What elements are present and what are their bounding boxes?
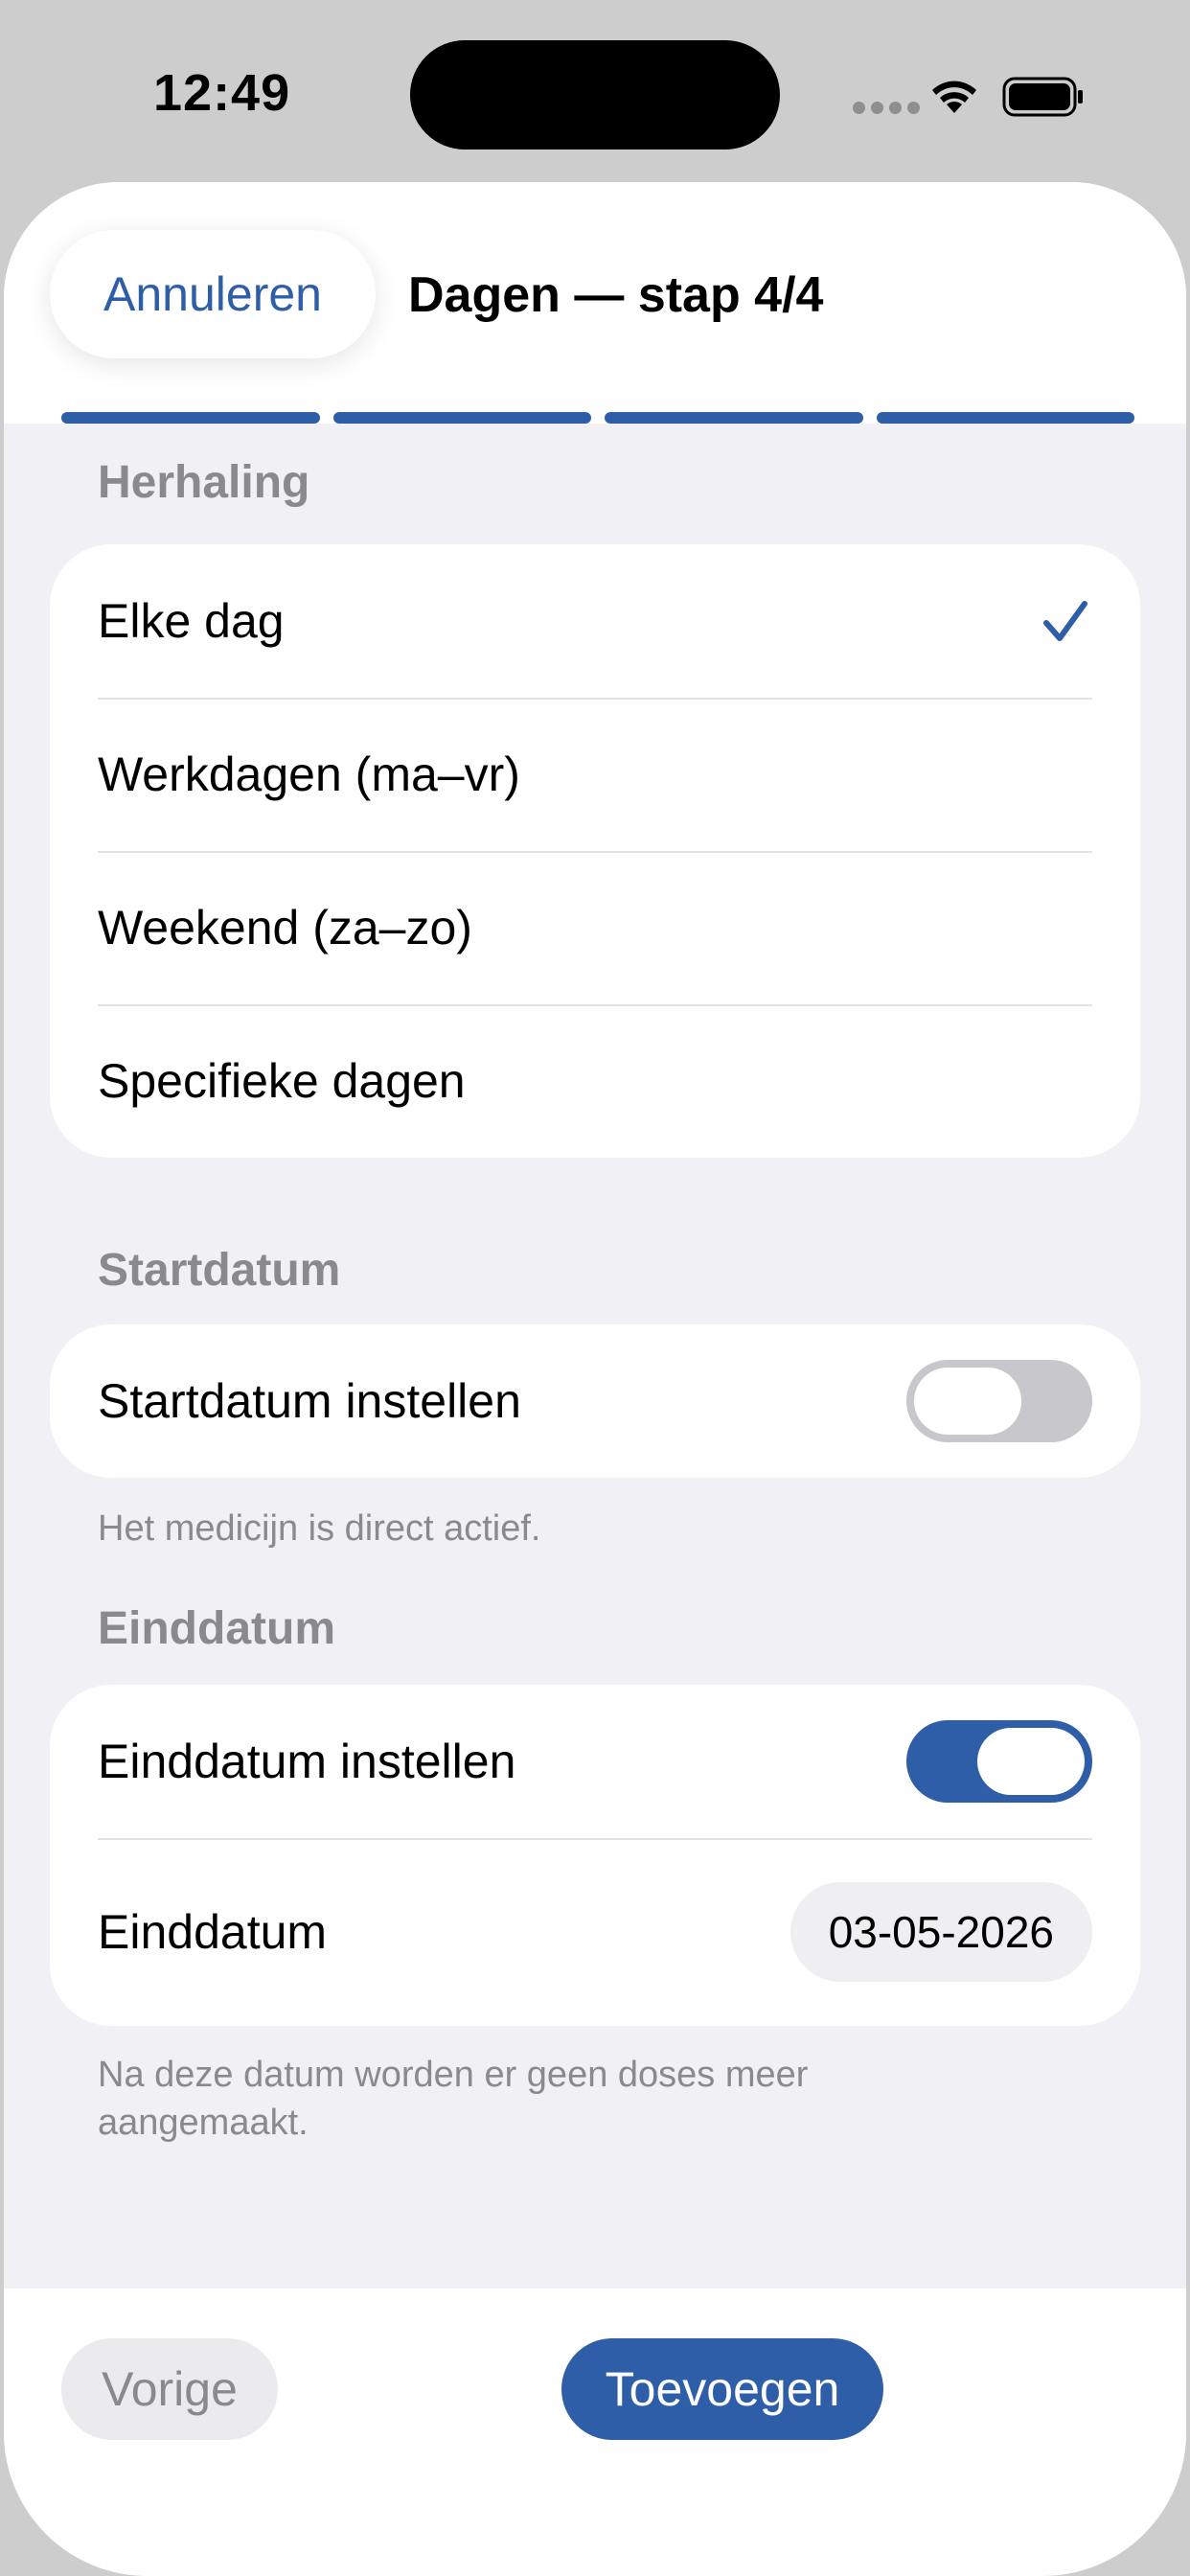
repeat-section-label: Herhaling — [98, 457, 310, 508]
end-date-picker-row: Einddatum 03-05-2026 — [50, 1838, 1140, 2026]
repeat-option-every-day[interactable]: Elke dag — [50, 544, 1140, 698]
sheet-title: Dagen — stap 4/4 — [408, 267, 824, 323]
end-date-footnote: Na deze datum worden er geen doses meer … — [98, 2055, 809, 2143]
sheet-header: Annuleren Dagen — stap 4/4 — [4, 182, 1186, 424]
progress-segment-2 — [332, 412, 591, 424]
start-date-card: Startdatum instellen — [50, 1324, 1140, 1478]
repeat-option-label: Elke dag — [98, 594, 285, 648]
repeat-options-card: Elke dag Werkdagen (ma–vr) Weekend (za–z… — [50, 544, 1140, 1158]
step-progress-bar — [61, 412, 1134, 424]
repeat-option-label: Specifieke dagen — [98, 1054, 466, 1108]
bottom-action-bar: Vorige Toevoegen — [4, 2288, 1186, 2576]
cancel-button[interactable]: Annuleren — [50, 230, 376, 358]
status-time: 12:49 — [153, 64, 291, 122]
repeat-option-label: Weekend (za–zo) — [98, 901, 472, 954]
status-bar: 12:49 — [0, 0, 1190, 182]
end-date-toggle[interactable] — [906, 1720, 1092, 1803]
cellular-signal-icon — [853, 102, 920, 114]
wifi-icon — [932, 80, 976, 113]
start-date-section-label: Startdatum — [98, 1245, 341, 1296]
end-date-label: Einddatum — [98, 1905, 328, 1959]
modal-sheet: Annuleren Dagen — stap 4/4 Herhaling Elk… — [4, 182, 1186, 2576]
progress-segment-4 — [876, 412, 1134, 424]
add-button[interactable]: Toevoegen — [561, 2338, 883, 2440]
start-date-toggle-row: Startdatum instellen — [50, 1324, 1140, 1478]
end-date-toggle-row: Einddatum instellen — [50, 1685, 1140, 1838]
progress-segment-3 — [605, 412, 863, 424]
end-date-toggle-label: Einddatum instellen — [98, 1735, 516, 1788]
checkmark-icon — [1043, 601, 1087, 641]
repeat-option-weekdays[interactable]: Werkdagen (ma–vr) — [50, 698, 1140, 851]
start-date-footnote: Het medicijn is direct actief. — [98, 1508, 541, 1549]
end-date-card: Einddatum instellen Einddatum 03-05-2026 — [50, 1685, 1140, 2026]
start-date-toggle-label: Startdatum instellen — [98, 1374, 521, 1428]
progress-segment-1 — [61, 412, 320, 424]
battery-icon — [1002, 77, 1083, 117]
repeat-option-weekend[interactable]: Weekend (za–zo) — [50, 851, 1140, 1004]
repeat-option-label: Werkdagen (ma–vr) — [98, 748, 520, 801]
end-date-section-label: Einddatum — [98, 1603, 335, 1654]
dynamic-island — [410, 40, 780, 150]
repeat-option-specific-days[interactable]: Specifieke dagen — [50, 1004, 1140, 1158]
start-date-toggle[interactable] — [906, 1360, 1092, 1442]
previous-button[interactable]: Vorige — [61, 2338, 278, 2440]
end-date-picker[interactable]: 03-05-2026 — [790, 1882, 1092, 1982]
